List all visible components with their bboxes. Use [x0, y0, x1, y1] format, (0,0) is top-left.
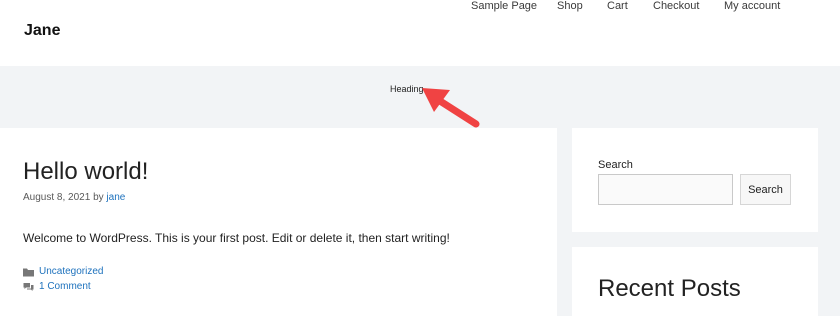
search-label: Search	[598, 159, 633, 171]
post-comments: 1 Comment	[23, 281, 91, 292]
comments-link[interactable]: 1 Comment	[39, 281, 91, 292]
post-by-label: by	[93, 192, 104, 203]
comments-icon	[23, 282, 34, 291]
site-header: Jane Sample Page Shop Cart Checkout My a…	[0, 0, 840, 66]
recent-posts-widget: Recent Posts	[572, 247, 818, 316]
search-input[interactable]	[598, 174, 733, 205]
post-date[interactable]: August 8, 2021	[23, 192, 90, 203]
nav-item-sample-page[interactable]: Sample Page	[471, 0, 537, 12]
nav-item-my-account[interactable]: My account	[724, 0, 780, 12]
search-button[interactable]: Search	[740, 174, 791, 205]
category-link[interactable]: Uncategorized	[39, 266, 103, 277]
folder-icon	[23, 268, 34, 276]
post-body: Welcome to WordPress. This is your first…	[23, 231, 450, 245]
nav-item-cart[interactable]: Cart	[607, 0, 628, 12]
annotation-arrow-icon	[422, 88, 480, 128]
heading-text: Heading	[390, 84, 424, 94]
post-card: Hello world! August 8, 2021 by jane Welc…	[0, 128, 557, 316]
post-title[interactable]: Hello world!	[23, 158, 148, 186]
post-meta: August 8, 2021 by jane	[23, 192, 125, 203]
site-title[interactable]: Jane	[24, 22, 60, 40]
nav-item-shop[interactable]: Shop	[557, 0, 583, 12]
post-categories: Uncategorized	[23, 266, 103, 277]
search-widget: Search Search	[572, 128, 818, 232]
post-author-link[interactable]: jane	[106, 192, 125, 203]
recent-posts-title: Recent Posts	[598, 275, 741, 302]
nav-item-checkout[interactable]: Checkout	[653, 0, 699, 12]
